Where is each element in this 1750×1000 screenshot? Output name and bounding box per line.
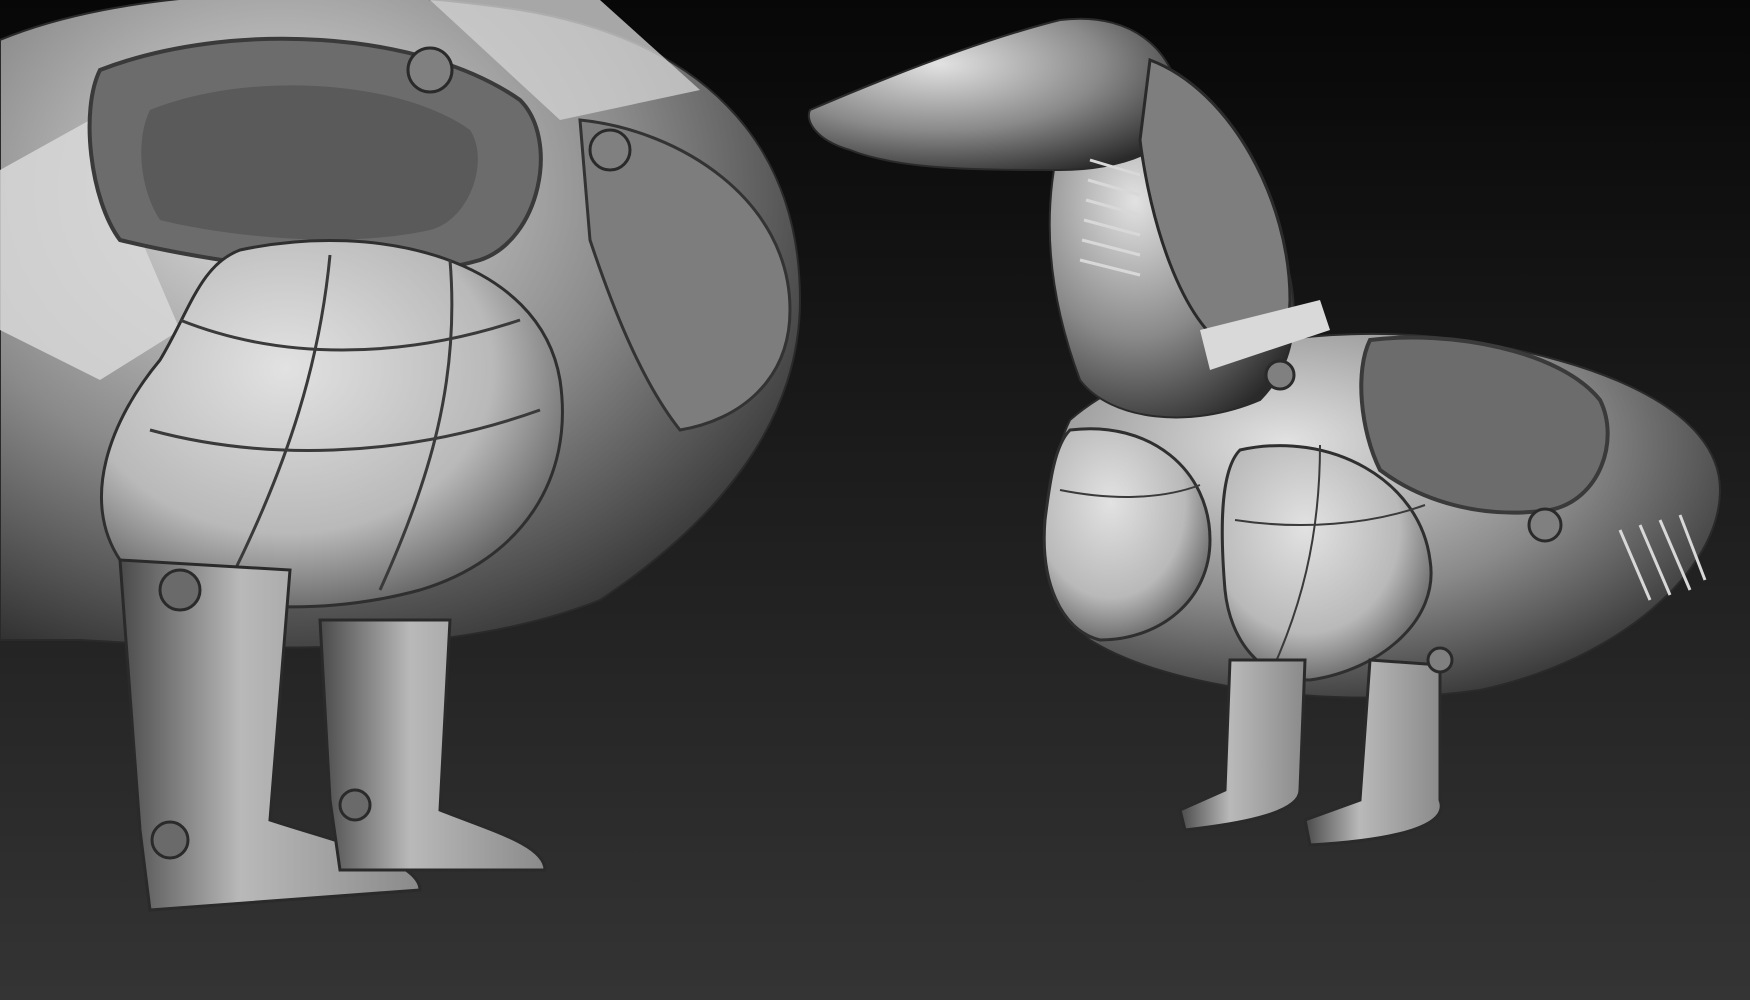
full-bolt — [1264, 359, 1296, 391]
sculpt-viewport[interactable] — [0, 0, 1750, 1000]
closeup-bolt-2 — [588, 128, 632, 172]
closeup-inner-panel — [141, 85, 478, 240]
full-bolt-2 — [1527, 507, 1563, 543]
closeup-bolt — [406, 46, 454, 94]
full-bolt-3 — [1426, 646, 1454, 674]
sculpt-canvas — [0, 0, 1750, 1000]
